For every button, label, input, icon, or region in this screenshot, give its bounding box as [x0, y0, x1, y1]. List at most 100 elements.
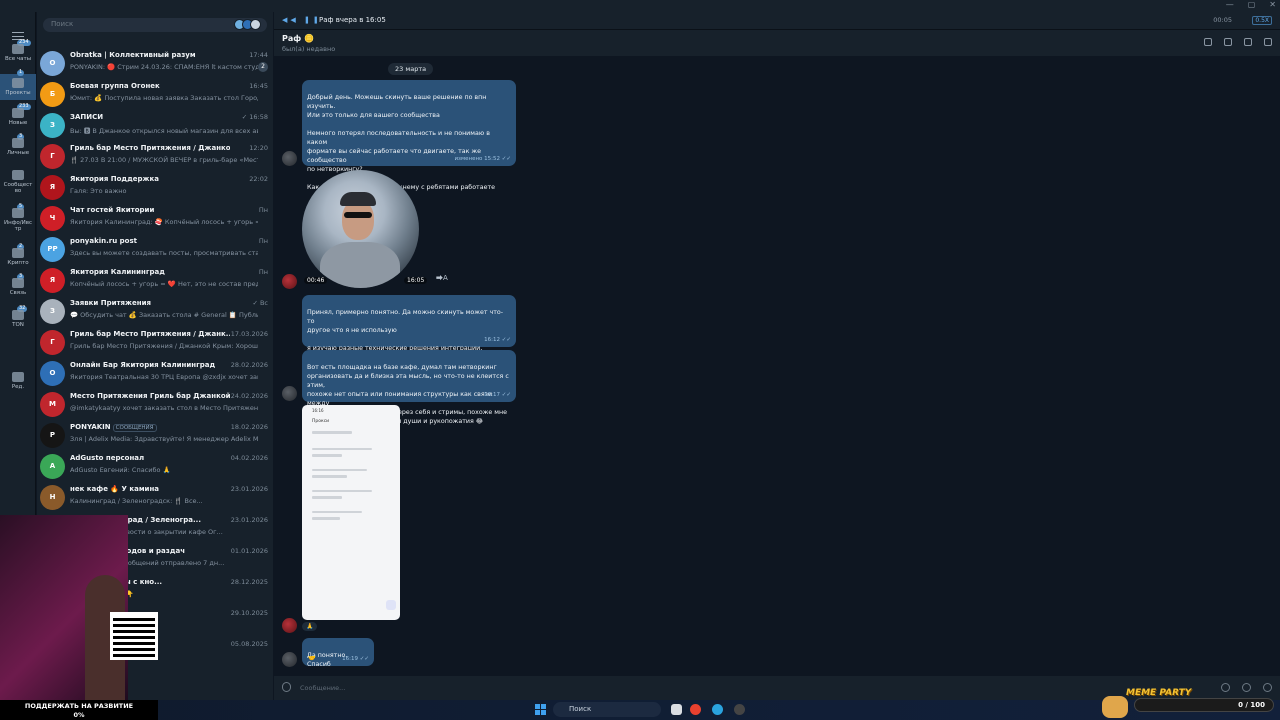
chat-list-item[interactable]: Я Якитория Поддержка 22:02 Галя: Это важно	[37, 172, 273, 203]
playback-speed-button[interactable]: 0.5X	[1252, 16, 1272, 25]
chat-preview: Якитория Калининград: 🍣 Копчёный лосось …	[70, 218, 258, 226]
chat-preview: Якитория Театральная 30 ТРЦ Европа @zxdj…	[70, 373, 258, 381]
folder-edit[interactable]: Ред.	[0, 372, 36, 390]
avatar: З	[40, 113, 65, 138]
media-player-bar: ◀◀ ❚❚ Раф вчера в 16:05 00:05 0.5X	[274, 12, 1280, 30]
attach-icon[interactable]	[282, 682, 291, 692]
forward-icon[interactable]: ⮕A	[436, 273, 448, 283]
search-input[interactable]: Поиск	[43, 18, 267, 32]
close-button[interactable]: ✕	[1269, 0, 1276, 9]
chat-name-text: нек кафе 🔥 У камина	[70, 485, 160, 493]
chat-preview: @imkatykaatyy хочет заказать стол в Мест…	[70, 404, 258, 412]
yandex-browser-icon[interactable]	[690, 704, 701, 715]
folder-all-chats[interactable]: 234 Все чаты	[0, 39, 36, 62]
commands-icon[interactable]	[1221, 683, 1230, 692]
avatar: Ч	[40, 206, 65, 231]
chat-name: Гриль бар Место Притяжения / Джанк...СОО…	[70, 330, 230, 339]
chat-list-item[interactable]: Г Гриль бар Место Притяжения / Джанкой Кр…	[37, 141, 273, 172]
chat-preview: Калининград / Зеленоградск: 🍴 Все...	[70, 497, 203, 505]
folder-label: Новые	[8, 120, 28, 126]
chat-name: PONYAKIN СООБЩЕНИЯ	[70, 423, 230, 432]
message-bubble[interactable]: Принял, примерно понятно. Да можно скину…	[302, 295, 516, 370]
microphone-icon[interactable]	[1263, 683, 1272, 692]
sidebar-toggle-icon[interactable]	[1244, 38, 1252, 46]
message-bubble[interactable]: Добрый день. Можешь скинуть ваше решение…	[302, 80, 516, 191]
webcam-overlay	[0, 515, 128, 705]
chat-name: Место Притяжения Гриль бар Джанкой Крым	[70, 392, 230, 400]
chat-list-item[interactable]: З Заявки Притяжения ✓ Вс 💬 Обсудить чат 💰 З…	[37, 296, 273, 327]
reaction-badge[interactable]: 🙏	[302, 622, 318, 631]
folder-info[interactable]: 5 Инфо/Ивс тр	[0, 203, 36, 233]
message-meta: 16:19 ✓✓	[342, 656, 369, 662]
folder-projects[interactable]: 1 Проекты	[0, 69, 36, 100]
chat-list-item[interactable]: PP ponyakin.ru post Пн Здесь вы можете созд…	[37, 234, 273, 265]
telegram-window: — ▢ ✕ 234 Все чаты 1 Проекты 233 Новые 3 Лич…	[0, 0, 1280, 700]
avatar: М	[40, 392, 65, 417]
chat-preview: PONYAKIN: 🔴 Стрим 24.03.26: СПАМ:ЕНЯ lt …	[70, 63, 258, 71]
reaction-small: 🤝	[308, 655, 316, 662]
emoji-icon[interactable]	[1242, 683, 1251, 692]
folder-label: Сообщест во	[3, 182, 33, 195]
folder-label: Инфо/Ивс тр	[3, 220, 32, 233]
chat-list-item[interactable]: Б Боевая группа Огонек 16:45 Юмит: 💰 Поступ…	[37, 79, 273, 110]
avatar[interactable]	[282, 618, 297, 633]
folder-label: Ред.	[11, 384, 25, 390]
search-icon[interactable]	[1204, 38, 1212, 46]
folder-ton[interactable]: 32 TON	[0, 305, 36, 328]
chat-list-item[interactable]: Ннек кафе 🔥 У камина 23.01.2026 Калинингра…	[37, 482, 273, 513]
meme-counter: 0 / 100	[1238, 701, 1265, 709]
screenshot-time: 16:16	[312, 408, 324, 413]
person-icon	[12, 138, 24, 148]
avatar[interactable]	[282, 386, 297, 401]
windows-start-icon[interactable]	[535, 704, 546, 715]
chat-list-item[interactable]: О Онлайн Бар Якитория Калининград 28.02.20…	[37, 358, 273, 389]
donation-title: ПОДДЕРЖАТЬ НА РАЗВИТИЕ	[24, 702, 134, 710]
chat-name: Боевая группа Огонек	[70, 82, 230, 90]
folder-new[interactable]: 233 Новые	[0, 103, 36, 126]
player-title[interactable]: Раф вчера в 16:05	[319, 16, 386, 24]
chat-list-item[interactable]: М Место Притяжения Гриль бар Джанкой Крым…	[37, 389, 273, 420]
video-message[interactable]	[302, 170, 419, 288]
avatar[interactable]	[282, 652, 297, 667]
avatar: Н	[40, 485, 65, 510]
coin-icon	[12, 248, 24, 258]
message-input[interactable]: Сообщение...	[300, 684, 345, 692]
player-controls-icon[interactable]: ◀◀ ❚❚	[282, 16, 322, 24]
folder-community[interactable]: Сообщест во	[0, 170, 36, 194]
obs-icon[interactable]	[734, 704, 745, 715]
avatar: PP	[40, 237, 65, 262]
chat-list-item[interactable]: A AdGusto персонал 04.02.2026 AdGusto Евген…	[37, 451, 273, 482]
story-avatars[interactable]	[234, 19, 261, 30]
chat-time: 04.02.2026	[230, 454, 268, 462]
folder-personal[interactable]: 3 Личные	[0, 133, 36, 156]
chat-name-text: PONYAKIN	[70, 423, 111, 431]
chat-list-item[interactable]: P PONYAKIN СООБЩЕНИЯ 18.02.2026 Зля | Adelix…	[37, 420, 273, 451]
folder-contacts[interactable]: 3 Связь	[0, 273, 36, 296]
minimize-button[interactable]: —	[1226, 0, 1234, 9]
avatar[interactable]	[282, 151, 297, 166]
chat-preview: AdGusto Евгений: Спасибо 🙏	[70, 466, 171, 474]
folder-crypto[interactable]: 2 Крипто	[0, 243, 36, 266]
chat-list-item[interactable]: Я Якитория Калининград Пн Копчёный лосось +…	[37, 265, 273, 296]
maximize-button[interactable]: ▢	[1248, 0, 1256, 9]
message-bubble[interactable]: Вот есть площадка на базе кафе, думал та…	[302, 350, 516, 425]
video-figure	[320, 242, 400, 288]
avatar[interactable]	[282, 274, 297, 289]
chat-list-item[interactable]: Ч Чат гостей Якитории Пн Якитория Калинингр…	[37, 203, 273, 234]
chat-list-item[interactable]: O Obratka | Коллективный разум 17:44 PONYAK…	[37, 48, 273, 79]
more-icon[interactable]	[1264, 38, 1272, 46]
chat-header[interactable]: Раф 🪙 был(а) недавно	[274, 30, 1280, 56]
telegram-icon[interactable]	[712, 704, 723, 715]
screenshot-image-message[interactable]: 16:16 Прокси	[302, 405, 400, 620]
chat-preview: Галя: Это важно	[70, 187, 127, 195]
chat-name: нек кафе 🔥 У камина	[70, 485, 230, 493]
chat-name: ЗАПИСИ	[70, 113, 230, 121]
phone-icon[interactable]	[1224, 38, 1232, 46]
chat-name-text: Якитория Поддержка	[70, 175, 159, 183]
chat-list-item[interactable]: З ЗАПИСИ ✓ 16:58 Вы: 🅱 В Джанкое открылся н…	[37, 110, 273, 141]
file-explorer-icon[interactable]	[671, 704, 682, 715]
player-time: 00:05	[1213, 16, 1232, 24]
taskbar-search[interactable]: Поиск	[553, 702, 661, 717]
chat-list-item[interactable]: Г Гриль бар Место Притяжения / Джанк...СО…	[37, 327, 273, 358]
contact-name[interactable]: Раф 🪙	[282, 34, 314, 43]
